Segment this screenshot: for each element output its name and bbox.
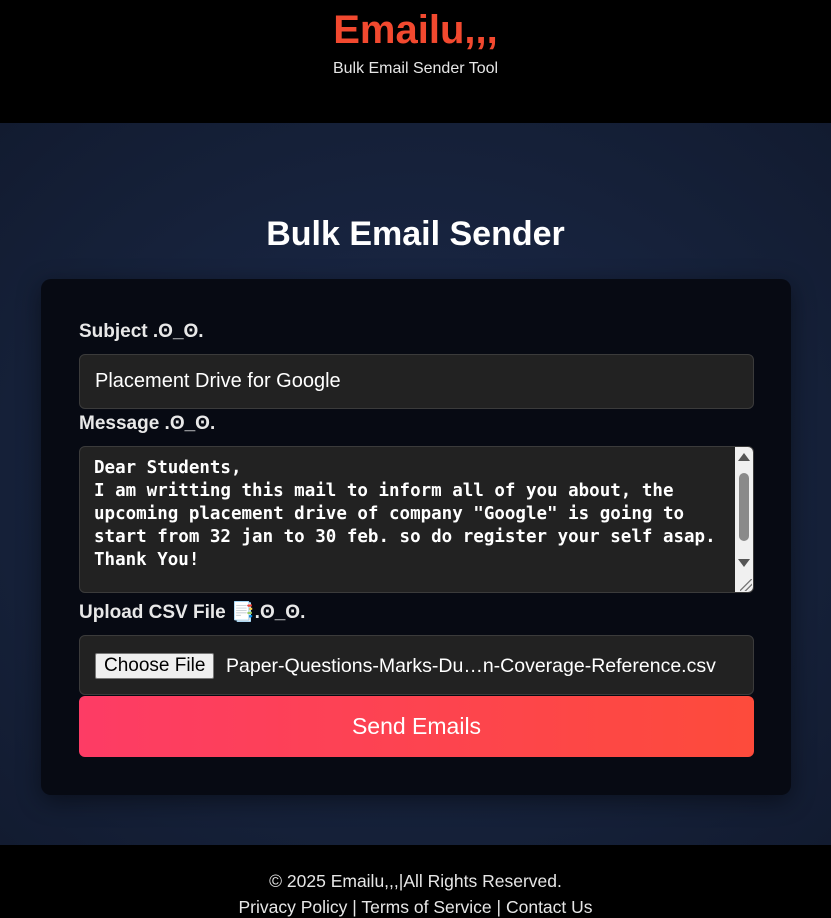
choose-file-button[interactable]: Choose File xyxy=(95,653,215,679)
message-text[interactable]: Dear Students, I am writting this mail t… xyxy=(94,457,730,572)
send-emails-button[interactable]: Send Emails xyxy=(79,696,754,757)
site-header: Emailu,,, Bulk Email Sender Tool xyxy=(0,0,831,123)
copyright-text: © 2025 Emailu,,,|All Rights Reserved. xyxy=(269,871,562,891)
footer-links: Privacy Policy | Terms of Service | Cont… xyxy=(0,897,831,917)
csv-file-input[interactable]: Choose File Paper-Questions-Marks-Du…n-C… xyxy=(79,635,754,695)
message-textarea[interactable]: Dear Students, I am writting this mail t… xyxy=(79,446,754,593)
scroll-up-arrow-icon[interactable] xyxy=(738,453,750,461)
brand-logo: Emailu,,, xyxy=(333,8,498,52)
terms-of-service-link[interactable]: Terms of Service xyxy=(361,897,491,917)
scroll-down-arrow-icon[interactable] xyxy=(738,559,750,567)
page-title: Bulk Email Sender xyxy=(266,215,565,253)
site-footer: © 2025 Emailu,,,|All Rights Reserved. Pr… xyxy=(0,845,831,918)
link-separator: | xyxy=(496,897,502,917)
tagline: Bulk Email Sender Tool xyxy=(332,60,499,77)
link-separator: | xyxy=(352,897,357,917)
selected-file-name: Paper-Questions-Marks-Du…n-Coverage-Refe… xyxy=(226,655,716,677)
message-label: Message .ʘ_ʘ. xyxy=(79,413,216,434)
upload-csv-label: Upload CSV File 📑.ʘ_ʘ. xyxy=(79,602,306,623)
subject-input[interactable] xyxy=(79,354,754,409)
message-scrollbar[interactable] xyxy=(735,447,753,592)
contact-us-link[interactable]: Contact Us xyxy=(506,897,593,917)
scroll-thumb[interactable] xyxy=(739,473,749,541)
privacy-policy-link[interactable]: Privacy Policy xyxy=(238,897,347,917)
resize-handle-icon[interactable] xyxy=(740,579,752,591)
subject-label: Subject .ʘ_ʘ. xyxy=(79,321,204,342)
